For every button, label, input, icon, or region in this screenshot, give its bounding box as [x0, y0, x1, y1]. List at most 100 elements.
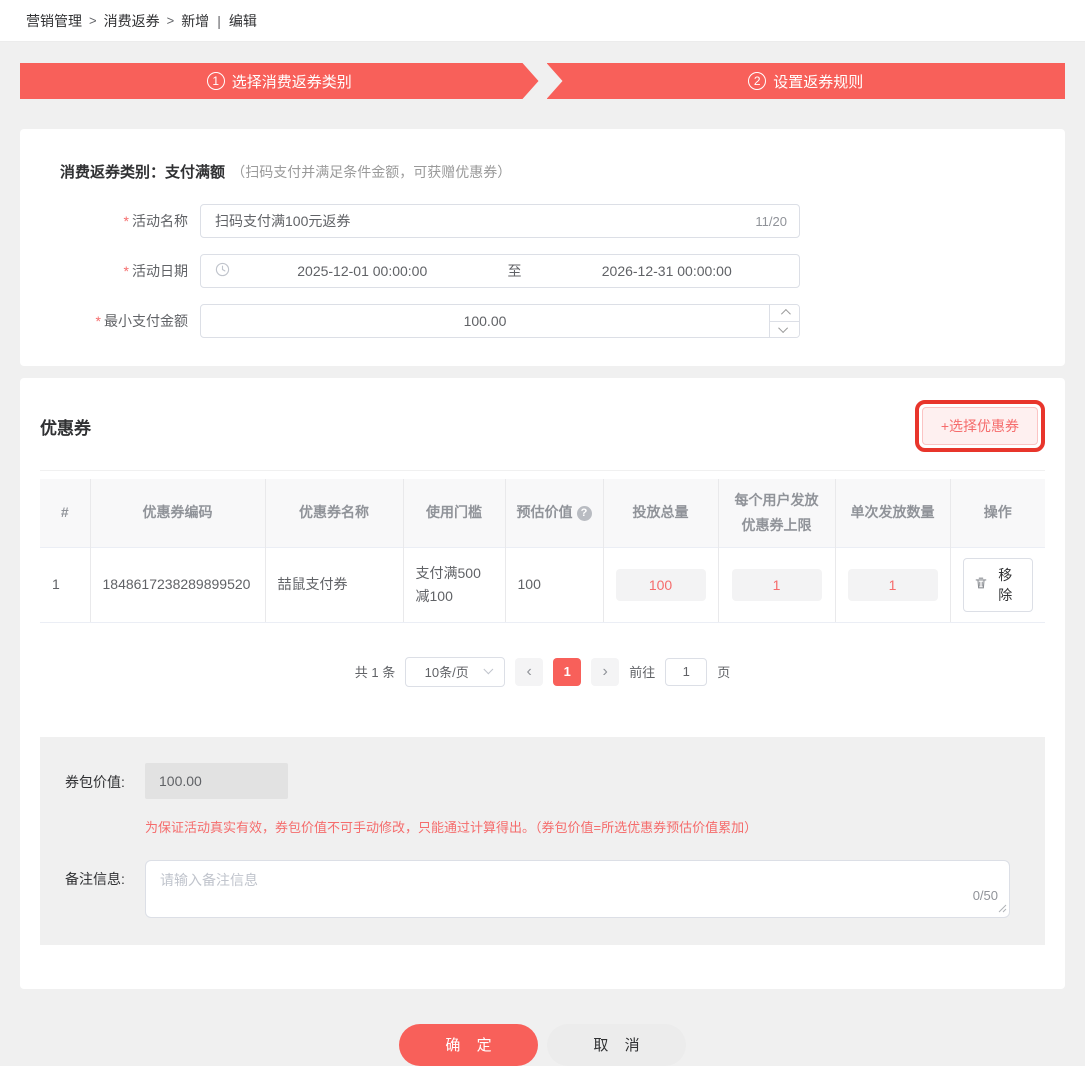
min-pay-row: * 最小支付金额	[40, 304, 1045, 338]
table-header-row: # 优惠券编码 优惠券名称 使用门槛 预估价值? 投放总量 每个用户发放优惠券上…	[40, 479, 1045, 547]
page-size-select[interactable]: 10条/页	[405, 656, 506, 687]
cell-coupon-code: 1848617238289899520	[90, 546, 266, 623]
required-mark: *	[95, 313, 101, 329]
package-value-hint: 为保证活动真实有效，券包价值不可手动修改，只能通过计算得出。（券包价值=所选优惠…	[145, 819, 758, 835]
coupon-section-header: 优惠券 +选择优惠券	[40, 400, 1045, 471]
package-value-label: 券包价值:	[65, 773, 125, 790]
remark-textarea[interactable]	[145, 859, 1010, 918]
coupon-card: 优惠券 +选择优惠券 # 优惠券编码 优惠券名称 使用门槛 预估价值? 投放总量…	[20, 378, 1065, 989]
breadcrumb-item-marketing[interactable]: 营销管理	[26, 11, 82, 31]
min-pay-input[interactable]	[201, 313, 769, 329]
pagination: 共 1 条 10条/页 ‹ 1 › 前往 页	[40, 656, 1045, 687]
remove-button[interactable]: 移除	[962, 557, 1033, 612]
goto-label: 前往	[629, 665, 656, 680]
col-total-quantity: 投放总量	[603, 479, 719, 547]
cell-actions: 移除	[950, 546, 1045, 623]
package-value-input	[145, 762, 288, 799]
activity-date-row: * 活动日期 2025-12-01 00:00:00 至 2026-12-31 0…	[40, 254, 1045, 288]
breadcrumb-separator: >	[166, 13, 175, 28]
date-start-value[interactable]: 2025-12-01 00:00:00	[230, 263, 495, 279]
required-mark: *	[123, 263, 129, 279]
remark-label: 备注信息:	[65, 870, 125, 887]
step-1-label: 选择消费返券类别	[231, 73, 352, 91]
page-size-value: 10条/页	[424, 665, 469, 680]
activity-name-row: *活动名称 11/20	[40, 204, 1045, 238]
min-pay-label: * 最小支付金额	[95, 313, 188, 329]
goto-unit: 页	[717, 665, 731, 680]
number-spinner	[769, 305, 799, 337]
spinner-up-button[interactable]	[770, 305, 799, 322]
spinner-down-button[interactable]	[770, 321, 799, 337]
breadcrumb-item-edit: 编辑	[228, 12, 257, 29]
per-user-limit-input[interactable]	[731, 568, 822, 601]
date-range-separator: 至	[507, 263, 522, 279]
step-1-number: 1	[207, 72, 225, 90]
activity-name-control: 11/20	[200, 204, 800, 238]
col-per-issue-quantity: 单次发放数量	[835, 479, 951, 547]
footer-actions: 确 定 取 消	[0, 1023, 1085, 1066]
cell-estimated-value: 100	[505, 546, 604, 623]
per-issue-quantity-input[interactable]	[847, 568, 938, 601]
remark-row: 备注信息: 0/50	[65, 859, 1020, 921]
col-coupon-name: 优惠券名称	[265, 479, 404, 547]
confirm-button[interactable]: 确 定	[399, 1023, 538, 1066]
category-value: 支付满额	[165, 164, 226, 181]
step-1-select-category[interactable]: 1 选择消费返券类别	[20, 63, 539, 99]
next-page-button[interactable]: ›	[591, 657, 620, 686]
step-2-number: 2	[748, 72, 767, 90]
chevron-down-icon	[778, 322, 789, 333]
page-1-button[interactable]: 1	[553, 657, 582, 686]
coupon-table: # 优惠券编码 优惠券名称 使用门槛 预估价值? 投放总量 每个用户发放优惠券上…	[40, 479, 1045, 623]
highlight-annotation: +选择优惠券	[914, 400, 1045, 452]
col-estimated-value: 预估价值?	[505, 479, 604, 547]
col-per-user-limit: 每个用户发放优惠券上限	[718, 479, 836, 547]
cell-per-issue-quantity	[835, 546, 951, 623]
col-coupon-code: 优惠券编码	[90, 479, 266, 547]
category-line: 消费返券类别：支付满额 （扫码支付并满足条件金额，可获赠优惠券）	[40, 161, 1045, 182]
cell-threshold: 支付满500减100	[403, 546, 506, 623]
remove-button-label: 移除	[998, 566, 1017, 603]
step-bar: 1 选择消费返券类别 2 设置返券规则	[20, 63, 1065, 99]
required-mark: *	[123, 213, 129, 229]
clock-icon	[215, 262, 230, 280]
trash-icon	[974, 576, 988, 593]
col-index: #	[40, 479, 91, 547]
activity-date-label: * 活动日期	[123, 263, 188, 279]
activity-date-range-picker[interactable]: 2025-12-01 00:00:00 至 2026-12-31 00:00:0…	[200, 254, 800, 288]
remark-counter: 0/50	[972, 887, 998, 903]
breadcrumb-separator: >	[89, 13, 97, 28]
pagination-total: 共 1 条	[354, 665, 396, 680]
activity-name-label: * 活动名称	[123, 213, 188, 229]
date-end-value[interactable]: 2026-12-31 00:00:00	[535, 263, 800, 279]
breadcrumb-item-add[interactable]: 新增	[181, 11, 209, 31]
package-value-row: 券包价值:	[65, 762, 1020, 799]
cell-total-quantity	[603, 546, 719, 623]
breadcrumb-item-coupon-return[interactable]: 消费返券	[104, 11, 160, 31]
category-hint: （扫码支付并满足条件金额，可获赠优惠券）	[231, 164, 512, 180]
help-icon[interactable]: ?	[576, 505, 592, 521]
breadcrumb-divider: |	[217, 12, 221, 29]
cell-index: 1	[40, 546, 91, 623]
col-threshold: 使用门槛	[403, 479, 506, 547]
chevron-up-icon	[780, 309, 791, 320]
remark-control: 0/50	[145, 859, 1010, 921]
activity-name-counter: 11/20	[755, 213, 787, 229]
prev-page-button[interactable]: ‹	[515, 657, 544, 686]
coupon-section-title: 优惠券	[40, 418, 91, 438]
breadcrumb: 营销管理 > 消费返券 > 新增 | 编辑	[0, 0, 1085, 42]
total-quantity-input[interactable]	[615, 568, 706, 601]
resize-handle-icon[interactable]	[998, 900, 1007, 916]
cancel-button[interactable]: 取 消	[547, 1023, 686, 1066]
cell-per-user-limit	[718, 546, 836, 623]
step-2-set-rules[interactable]: 2 设置返券规则	[546, 63, 1065, 99]
col-actions: 操作	[950, 479, 1045, 547]
min-pay-control	[200, 304, 800, 338]
select-coupon-button[interactable]: +选择优惠券	[921, 407, 1038, 445]
basic-info-card: 消费返券类别：支付满额 （扫码支付并满足条件金额，可获赠优惠券） *活动名称 1…	[20, 129, 1065, 366]
cell-coupon-name: 喆鼠支付券	[265, 546, 404, 623]
step-2-label: 设置返券规则	[773, 73, 864, 91]
table-row: 1 1848617238289899520 喆鼠支付券 支付满500减100 1…	[40, 546, 1045, 623]
package-panel: 券包价值: 为保证活动真实有效，券包价值不可手动修改，只能通过计算得出。（券包价…	[40, 736, 1045, 945]
activity-name-input[interactable]	[201, 213, 756, 229]
goto-page-input[interactable]	[665, 657, 708, 686]
